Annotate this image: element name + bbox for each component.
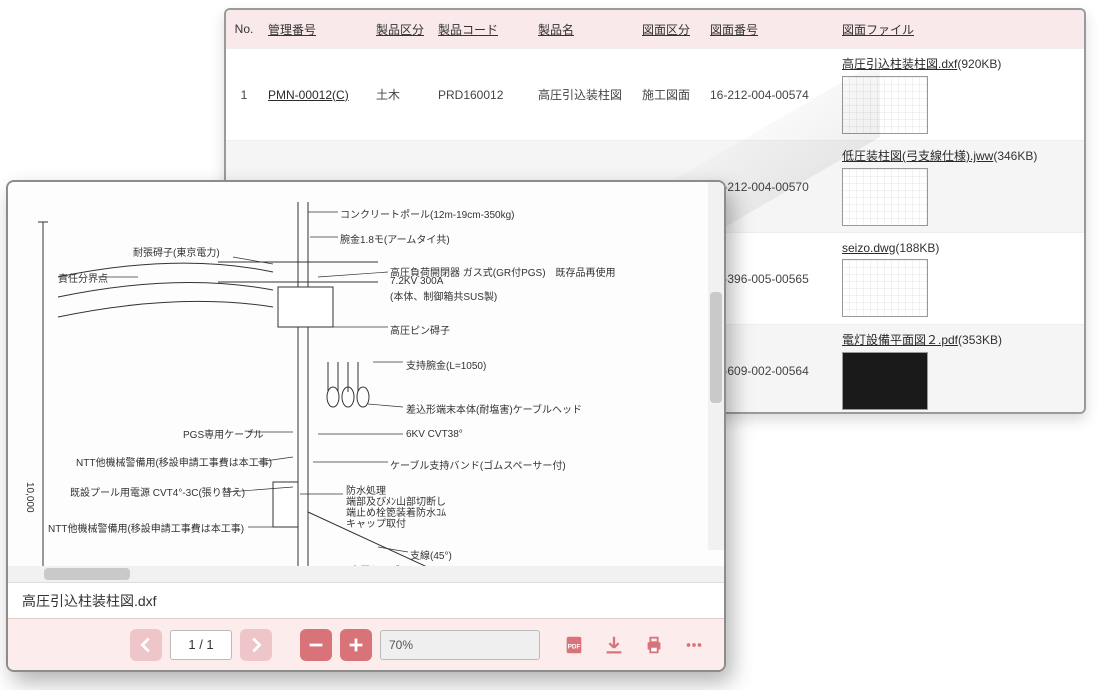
more-horizontal-icon [683, 634, 705, 656]
viewer-filename-bar: 高圧引込柱装柱図.dxf [8, 582, 724, 618]
page-current: 1 [188, 637, 195, 652]
dwg-label: 6KV CVT38° [406, 429, 463, 440]
export-pdf-button[interactable]: PDF [558, 629, 590, 661]
dwg-label: 差込形端末本体(耐塩害)ケーブルヘッド [406, 401, 582, 416]
file-thumbnail[interactable] [842, 352, 928, 410]
file-size: (920KB) [957, 57, 1001, 71]
cell-prod-code: PRD160012 [432, 84, 532, 106]
file-thumbnail[interactable] [842, 168, 928, 226]
col-dwg-file[interactable]: 図面ファイル [836, 21, 1084, 38]
dwg-label: 耐張碍子(東京電力) [133, 244, 220, 259]
col-prod-code[interactable]: 製品コード [432, 21, 532, 38]
cell-prod-name: 高圧引込装柱図 [532, 82, 636, 107]
file-link[interactable]: seizo.dwg [842, 241, 895, 255]
plus-icon [345, 634, 367, 656]
col-prod-name[interactable]: 製品名 [532, 21, 636, 38]
mgmt-no-link[interactable]: PMN-00012(C) [268, 88, 349, 102]
file-link[interactable]: 低圧装柱図(弓支線仕様).jww [842, 149, 993, 163]
page-total: 1 [206, 637, 213, 652]
drawing-canvas[interactable]: 10,000 責任分界点 耐張碍子(東京電力) PGS専用ケーブル NTT他機械… [8, 182, 724, 566]
viewer-toolbar: 1 / 1 70% PDF [8, 618, 724, 670]
printer-icon [643, 634, 665, 656]
more-button[interactable] [678, 629, 710, 661]
dwg-label: キャップ取付 [346, 515, 406, 530]
dwg-label: コンクリートポール(12m-19cm-350kg) [340, 206, 514, 221]
drawing-viewer-panel: 10,000 責任分界点 耐張碍子(東京電力) PGS専用ケーブル NTT他機械… [6, 180, 726, 672]
cell-no: 1 [226, 84, 262, 106]
cell-prod-div: 土木 [370, 82, 432, 107]
pdf-file-icon: PDF [563, 634, 585, 656]
minus-icon [305, 634, 327, 656]
zoom-in-button[interactable] [340, 629, 372, 661]
page-indicator[interactable]: 1 / 1 [170, 630, 232, 660]
dwg-label: 支線(45°) [410, 547, 452, 562]
horizontal-scrollbar[interactable] [8, 566, 724, 582]
dwg-label: PGS専用ケーブル [183, 426, 264, 441]
cell-dwg-file: 高圧引込柱装柱図.dxf(920KB) [836, 49, 1084, 140]
chevron-right-icon [245, 634, 267, 656]
table-row: 1 PMN-00012(C) 土木 PRD160012 高圧引込装柱図 施工図面… [226, 48, 1084, 140]
col-dwg-no[interactable]: 図面番号 [704, 21, 836, 38]
cell-dwg-file: 低圧装柱図(弓支線仕様).jww(346KB) [836, 141, 1084, 232]
cell-dwg-file: seizo.dwg(188KB) [836, 235, 1084, 323]
viewer-filename: 高圧引込柱装柱図.dxf [22, 591, 157, 611]
zoom-value: 70% [389, 638, 413, 652]
dwg-label: ケーブル支持バンド(ゴムスペーサー付) [390, 457, 566, 472]
zoom-out-button[interactable] [300, 629, 332, 661]
dwg-label: 腕金1.8モ(アームタイ共) [340, 231, 450, 246]
file-size: (346KB) [993, 149, 1037, 163]
download-button[interactable] [598, 629, 630, 661]
file-thumbnail[interactable] [842, 259, 928, 317]
file-size: (188KB) [895, 241, 939, 255]
cell-dwg-file: 電灯設備平面図２.pdf(353KB) [836, 325, 1084, 414]
next-page-button[interactable] [240, 629, 272, 661]
col-no[interactable]: No. [226, 22, 262, 36]
download-icon [603, 634, 625, 656]
chevron-left-icon [135, 634, 157, 656]
cell-dwg-no: 16-212-004-00574 [704, 84, 836, 106]
svg-text:PDF: PDF [568, 643, 581, 650]
col-prod-div[interactable]: 製品区分 [370, 21, 432, 38]
drawing-content: 10,000 責任分界点 耐張碍子(東京電力) PGS専用ケーブル NTT他機械… [18, 182, 708, 566]
dim-label: 10,000 [24, 482, 35, 513]
print-button[interactable] [638, 629, 670, 661]
col-dwg-div[interactable]: 図面区分 [636, 21, 704, 38]
prev-page-button[interactable] [130, 629, 162, 661]
dwg-label: NTT他機械警備用(移設申請工事費は本工事) [76, 454, 272, 469]
dwg-label: 7.2KV 300A [390, 276, 443, 287]
dwg-label: 既設プール用電源 CVT4°-3C(張り替え) [70, 484, 245, 499]
dwg-label: NTT他機械警備用(移設申請工事費は本工事) [48, 520, 244, 535]
file-thumbnail[interactable] [842, 76, 928, 134]
file-link[interactable]: 電灯設備平面図２.pdf [842, 333, 958, 347]
cell-dwg-div: 施工図面 [636, 82, 704, 107]
cell-mgmt-no: PMN-00012(C) [262, 84, 370, 106]
file-link[interactable]: 高圧引込柱装柱図.dxf [842, 57, 957, 71]
zoom-select[interactable]: 70% [380, 630, 540, 660]
col-mgmt-no[interactable]: 管理番号 [262, 21, 370, 38]
dwg-label: (本体、制御箱共SUS製) [390, 288, 497, 303]
table-header: No. 管理番号 製品区分 製品コード 製品名 図面区分 図面番号 図面ファイル [226, 10, 1084, 48]
file-size: (353KB) [958, 333, 1002, 347]
dwg-label: 支持腕金(L=1050) [406, 357, 486, 372]
vertical-scrollbar[interactable] [708, 182, 724, 550]
dwg-label: 責任分界点 [58, 270, 108, 285]
dwg-label: 高圧ピン碍子 [390, 322, 450, 337]
